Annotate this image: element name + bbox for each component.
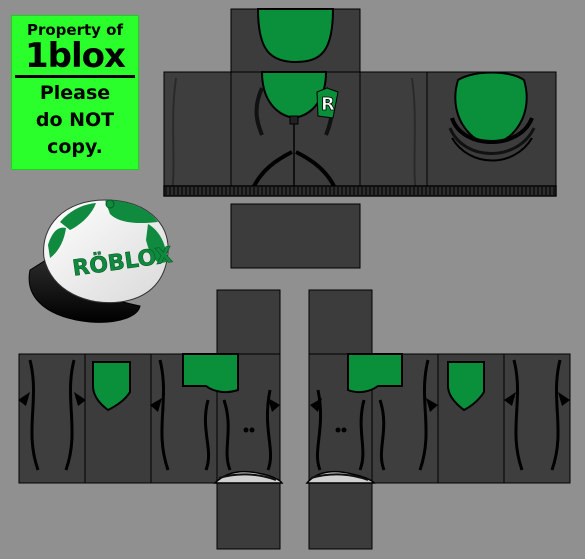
pants-template (18, 289, 571, 550)
shirt-template: R (163, 8, 557, 269)
cap-image: RÖBLOX (28, 199, 174, 323)
clothing-template-canvas: R RÖBLOX (18, 8, 571, 550)
shirt-logo: R (321, 94, 335, 115)
